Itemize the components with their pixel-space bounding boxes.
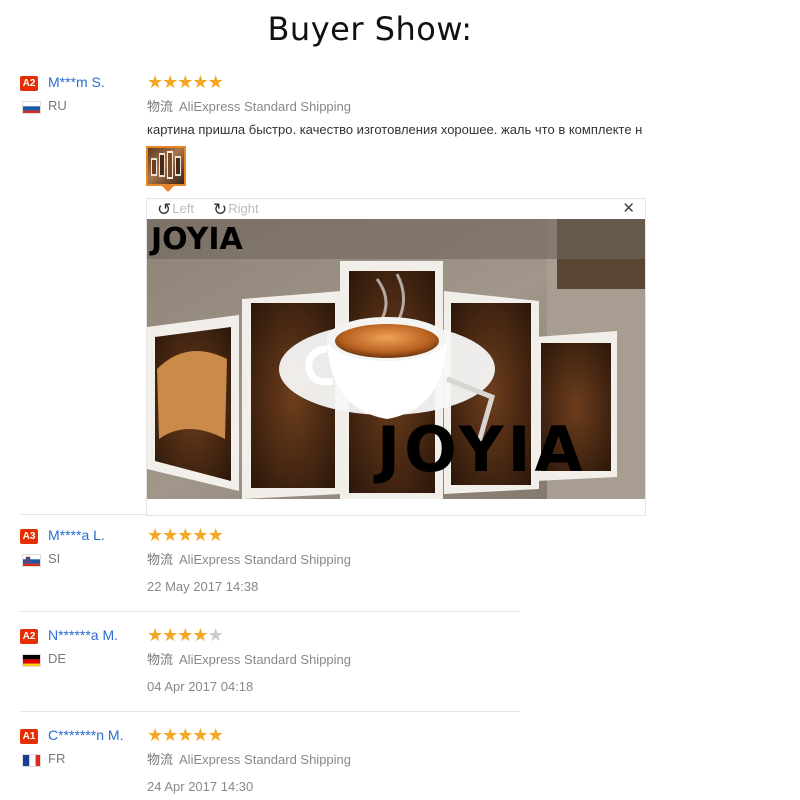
shipping-method: AliExpress Standard Shipping: [179, 652, 352, 667]
star-icon: ★: [207, 525, 224, 545]
review-date: 24 Apr 2017 14:30: [147, 779, 254, 794]
page-title: Buyer Show:: [267, 10, 473, 48]
flag-de-icon: [22, 654, 41, 667]
shipping-prefix: 物流: [147, 752, 174, 767]
reviewer-name[interactable]: N******a M.: [48, 627, 118, 643]
svg-text:JOYIA: JOYIA: [149, 222, 243, 257]
star-icon: ★: [207, 72, 224, 92]
review-item: A3 M****a L. SI ★★★★★ 物流 AliExpress Stand…: [20, 525, 520, 613]
shipping-prefix: 物流: [147, 652, 174, 667]
review-item: A1 C*******n M. FR ★★★★★ 物流 AliExpress St…: [20, 725, 520, 800]
reviewer-name[interactable]: M***m S.: [48, 74, 105, 90]
star-icon: ★: [207, 725, 224, 745]
svg-text:JOYIA: JOYIA: [373, 413, 587, 486]
shipping-method: AliExpress Standard Shipping: [179, 99, 352, 114]
star-icon: ★: [177, 72, 193, 92]
star-rating: ★★★★★: [147, 72, 224, 93]
rotate-left-icon: ↺: [157, 200, 172, 219]
star-icon: ★: [147, 625, 163, 645]
review-date: 22 May 2017 14:38: [147, 579, 259, 594]
star-icon: ★: [147, 725, 163, 745]
star-empty-icon: ★: [207, 625, 224, 645]
star-icon: ★: [192, 625, 208, 645]
star-icon: ★: [147, 72, 163, 92]
buyer-level-badge: A2: [20, 629, 38, 644]
review-divider: [20, 611, 520, 612]
star-icon: ★: [162, 625, 178, 645]
flag-ru-icon: [22, 101, 41, 114]
close-icon[interactable]: ✕: [622, 201, 635, 216]
rotate-left-label: Left: [172, 201, 194, 216]
star-icon: ★: [177, 725, 193, 745]
buyer-level-badge: A3: [20, 529, 38, 544]
star-icon: ★: [177, 625, 193, 645]
shipping-method: AliExpress Standard Shipping: [179, 552, 352, 567]
shipping-method: AliExpress Standard Shipping: [179, 752, 352, 767]
review-photo-thumbnail[interactable]: [146, 146, 186, 186]
star-icon: ★: [162, 525, 178, 545]
star-icon: ★: [147, 525, 163, 545]
flag-si-icon: [22, 554, 41, 567]
shipping-prefix: 物流: [147, 552, 174, 567]
photo-watermark-small: JOYIA: [149, 222, 243, 257]
rotate-right-label: Right: [228, 201, 259, 216]
photo-viewer: ↺Left ↻Right ✕ JOYIA JOYIA: [146, 198, 646, 516]
country-code: SI: [48, 551, 61, 566]
photo-watermark-large: JOYIA: [373, 413, 587, 486]
review-item: A2 N******a M. DE ★★★★★ 物流 AliExpress Sta…: [20, 625, 520, 713]
shipping-info: 物流 AliExpress Standard Shipping: [147, 549, 351, 568]
photo-viewer-toolbar: ↺Left ↻Right ✕: [147, 199, 645, 219]
star-icon: ★: [192, 525, 208, 545]
rotate-left-button[interactable]: ↺Left: [157, 200, 194, 220]
country-code: DE: [48, 651, 67, 666]
country-code: FR: [48, 751, 66, 766]
review-photo: JOYIA JOYIA: [147, 219, 645, 499]
thumbnail-pointer: [162, 186, 174, 192]
review-divider: [20, 711, 520, 712]
star-icon: ★: [177, 525, 193, 545]
review-comment: картина пришла быстро. качество изготовл…: [147, 122, 643, 137]
rotate-right-icon: ↻: [213, 200, 228, 219]
star-rating: ★★★★★: [147, 625, 224, 646]
country-code: RU: [48, 98, 67, 113]
star-icon: ★: [162, 72, 178, 92]
buyer-level-badge: A1: [20, 729, 38, 744]
star-rating: ★★★★★: [147, 725, 224, 746]
rotate-right-button[interactable]: ↻Right: [213, 200, 259, 220]
shipping-prefix: 物流: [147, 99, 174, 114]
flag-fr-icon: [22, 754, 41, 767]
buyer-level-badge: A2: [20, 76, 38, 91]
star-icon: ★: [192, 72, 208, 92]
shipping-info: 物流 AliExpress Standard Shipping: [147, 749, 351, 768]
star-icon: ★: [192, 725, 208, 745]
reviewer-name[interactable]: M****a L.: [48, 527, 105, 543]
reviewer-name[interactable]: C*******n M.: [48, 727, 123, 743]
star-rating: ★★★★★: [147, 525, 224, 546]
shipping-info: 物流 AliExpress Standard Shipping: [147, 96, 351, 115]
review-date: 04 Apr 2017 04:18: [147, 679, 254, 694]
star-icon: ★: [162, 725, 178, 745]
shipping-info: 物流 AliExpress Standard Shipping: [147, 649, 351, 668]
